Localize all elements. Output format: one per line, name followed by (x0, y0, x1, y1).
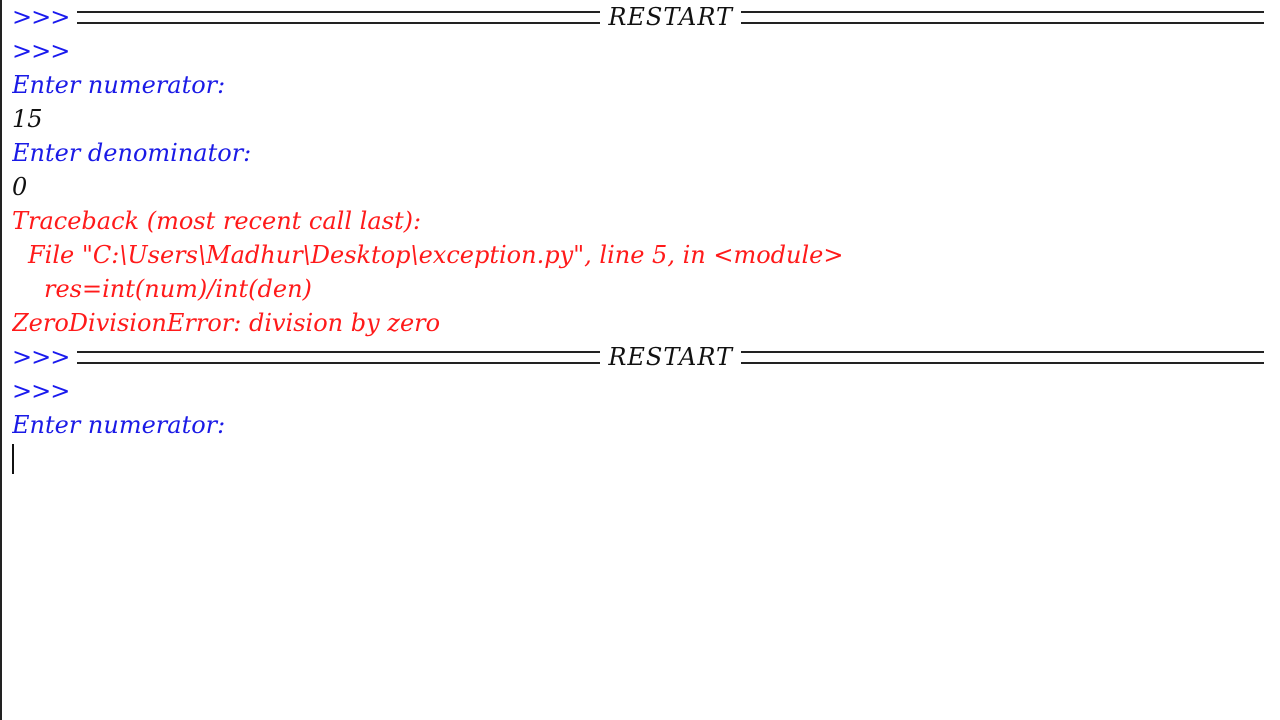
restart-separator: >>> RESTART (12, 0, 1272, 34)
shell-prompt: >>> (12, 3, 70, 31)
traceback-header: Traceback (most recent call last): (12, 207, 422, 235)
stdout-line: Enter numerator: (12, 71, 226, 99)
restart-separator: >>> RESTART (12, 340, 1272, 374)
restart-label: RESTART (608, 343, 734, 371)
shell-prompt: >>> (12, 37, 70, 65)
text-cursor (12, 444, 14, 474)
shell-output: >>> RESTART >>> Enter numerator: 15 Ente… (12, 0, 1272, 476)
python-shell-window[interactable]: >>> RESTART >>> Enter numerator: 15 Ente… (0, 0, 1280, 720)
stdout-line: Enter denominator: (12, 139, 252, 167)
restart-rule-left (77, 350, 601, 364)
stdin-line: 15 (12, 105, 43, 133)
restart-rule-right (741, 350, 1265, 364)
shell-prompt: >>> (12, 343, 70, 371)
restart-rule-right (741, 10, 1265, 24)
shell-prompt: >>> (12, 377, 70, 405)
shell-input-line[interactable] (12, 442, 1272, 476)
stdin-line: 0 (12, 173, 28, 201)
error-message: ZeroDivisionError: division by zero (12, 309, 441, 337)
traceback-code-line: res=int(num)/int(den) (44, 275, 312, 303)
traceback-file-line: File "C:\Users\Madhur\Desktop\exception.… (28, 241, 844, 269)
stdout-line: Enter numerator: (12, 411, 226, 439)
restart-label: RESTART (608, 3, 734, 31)
restart-rule-left (77, 10, 601, 24)
